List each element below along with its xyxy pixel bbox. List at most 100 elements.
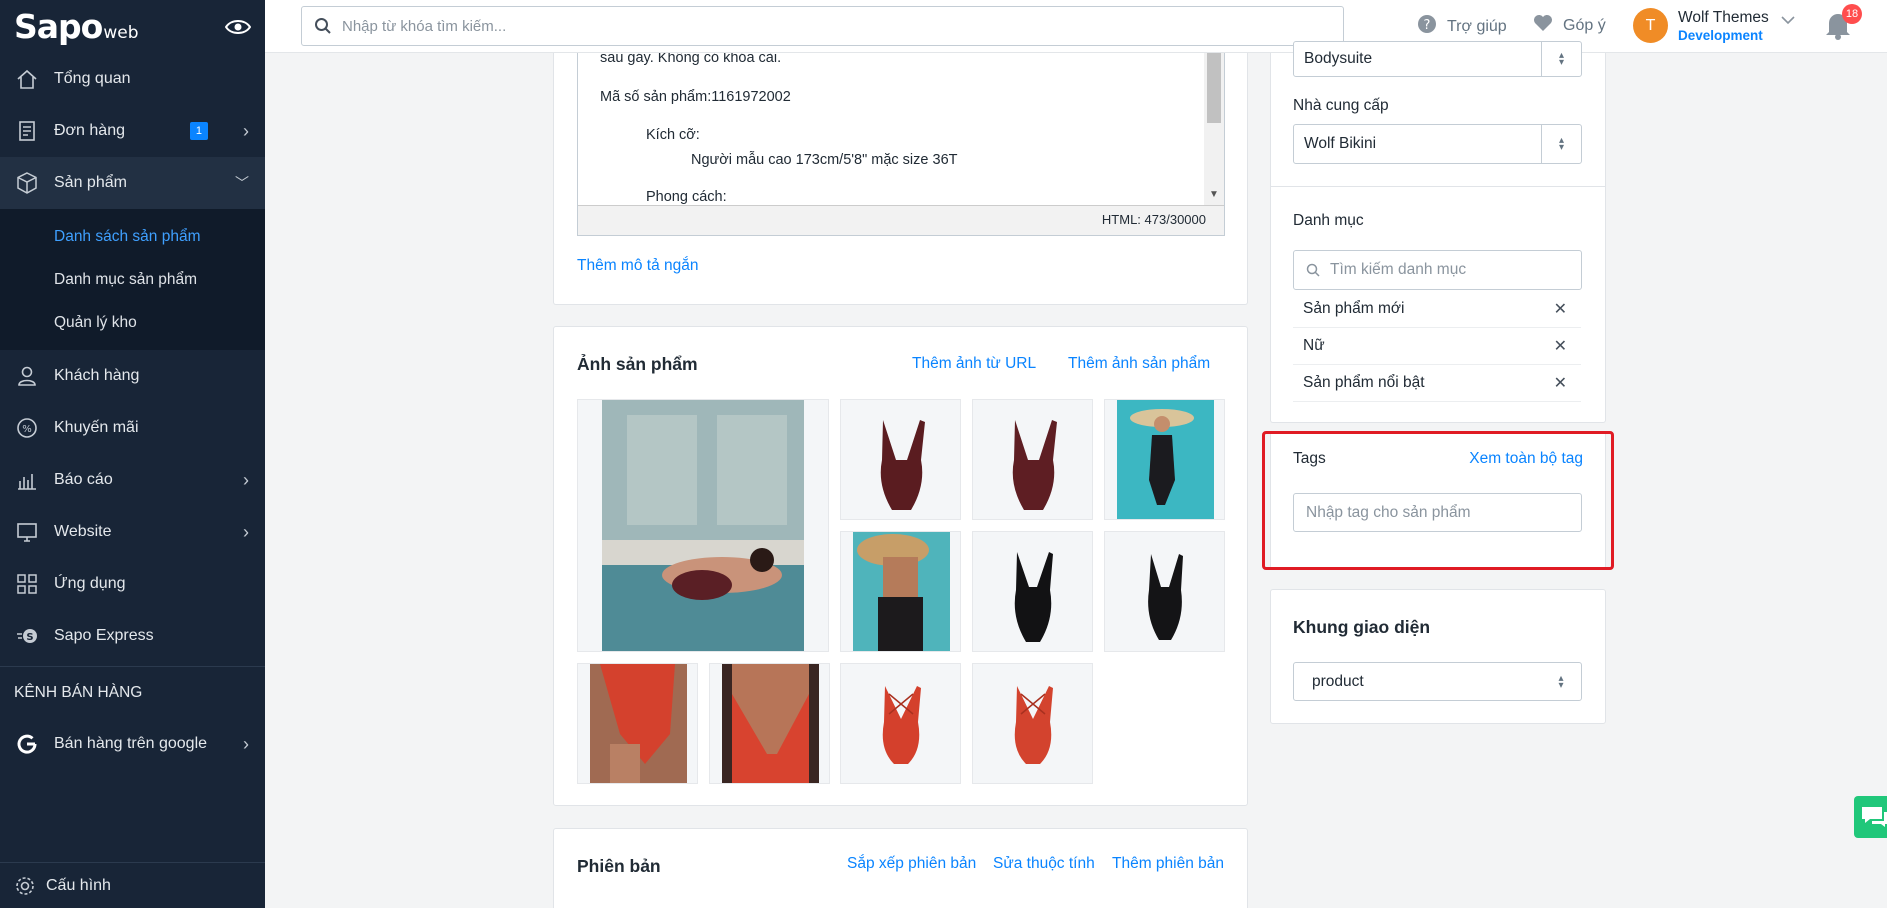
sidebar-item-label: Sapo Express: [54, 627, 154, 644]
sidebar-item-label: Sản phẩm: [54, 174, 127, 191]
help-link[interactable]: ? Trợ giúp: [1417, 14, 1507, 39]
chevron-right-icon: ›: [243, 469, 249, 490]
subnav-inventory[interactable]: Quản lý kho: [0, 301, 265, 344]
chevron-down-icon[interactable]: [1781, 15, 1795, 25]
black-swimsuit-photo: [1148, 554, 1183, 640]
feedback-label: Góp ý: [1563, 16, 1606, 34]
feedback-link[interactable]: Góp ý: [1533, 14, 1606, 37]
red-swimsuit-model-photo: [590, 664, 687, 783]
sidebar-item-label: Bán hàng trên google: [54, 735, 208, 752]
heart-icon: [1533, 14, 1553, 37]
select-arrows-icon: ▴ ▾: [1558, 672, 1564, 691]
product-image-thumb[interactable]: [840, 663, 961, 784]
chevron-down-icon: ﹀: [235, 175, 249, 191]
chat-button[interactable]: [1854, 796, 1887, 838]
red-swimsuit-closeup-photo: [722, 664, 819, 783]
product-image-main[interactable]: [577, 399, 829, 652]
sidebar-item-website[interactable]: Website ›: [0, 506, 265, 558]
select-arrows-icon: ▴ ▾: [1541, 42, 1581, 76]
user-icon: [14, 363, 40, 389]
home-icon: [14, 66, 40, 92]
editor-line: Mã số sản phẩm:1161972002: [600, 89, 791, 105]
product-image-thumb[interactable]: [1104, 399, 1225, 520]
model-hat-black-photo: [853, 532, 950, 651]
editor-line: Phong cách:: [646, 189, 727, 205]
sidebar: Sapoweb Tổng quan Đơn hàng 1 › Sản phẩm …: [0, 0, 265, 908]
gear-icon: [14, 875, 36, 897]
template-card: Khung giao diện: [1270, 589, 1606, 724]
user-role: Development: [1678, 28, 1763, 43]
remove-category-icon[interactable]: ✕: [1554, 299, 1567, 319]
subnav-product-categories[interactable]: Danh mục sản phẩm: [0, 258, 265, 301]
sidebar-item-sapo-express[interactable]: S Sapo Express: [0, 610, 265, 662]
product-image-thumb[interactable]: [972, 531, 1093, 652]
editor-line: Kích cỡ:: [646, 127, 700, 143]
user-name[interactable]: Wolf Themes: [1678, 9, 1769, 27]
sidebar-item-reports[interactable]: Báo cáo ›: [0, 454, 265, 506]
category-name: Sản phẩm nổi bật: [1303, 374, 1425, 391]
template-value: product: [1312, 672, 1364, 690]
product-image-thumb[interactable]: [1104, 531, 1225, 652]
edit-attributes-link[interactable]: Sửa thuộc tính: [993, 855, 1095, 873]
category-search-input[interactable]: [1330, 261, 1581, 279]
global-search[interactable]: [301, 6, 1344, 46]
subnav-product-list[interactable]: Danh sách sản phẩm: [0, 215, 265, 258]
editor-content[interactable]: sau gáy. Không có khóa cài. Mã số sản ph…: [578, 53, 1203, 205]
add-short-description-link[interactable]: Thêm mô tả ngắn: [577, 257, 698, 275]
eye-icon[interactable]: [225, 19, 251, 35]
sidebar-item-google-shopping[interactable]: Bán hàng trên google ›: [0, 718, 265, 770]
html-counter: HTML: 473/30000: [578, 205, 1224, 235]
template-select[interactable]: product ▴ ▾: [1293, 662, 1582, 701]
product-image-thumb[interactable]: [840, 399, 961, 520]
category-search[interactable]: [1293, 250, 1582, 290]
sidebar-item-customers[interactable]: Khách hàng: [0, 350, 265, 402]
sidebar-item-products[interactable]: Sản phẩm ﹀: [0, 157, 265, 209]
help-label: Trợ giúp: [1447, 17, 1507, 35]
svg-text:%: %: [22, 424, 32, 435]
sidebar-item-label: Website: [54, 523, 112, 540]
supplier-value: Wolf Bikini: [1304, 135, 1377, 152]
sidebar-item-orders[interactable]: Đơn hàng 1 ›: [0, 105, 265, 157]
sort-variants-link[interactable]: Sắp xếp phiên bản: [847, 855, 976, 873]
editor-scrollbar[interactable]: ▼: [1204, 53, 1224, 205]
logo-row: Sapoweb: [0, 0, 265, 53]
product-image-thumb[interactable]: [972, 399, 1093, 520]
apps-icon: [14, 571, 40, 597]
top-bar: ? Trợ giúp Góp ý T Wolf Themes Developme…: [265, 0, 1887, 53]
category-name: Sản phẩm mới: [1303, 300, 1405, 317]
product-image-thumb[interactable]: [709, 663, 830, 784]
product-image-thumb[interactable]: [577, 663, 698, 784]
remove-category-icon[interactable]: ✕: [1554, 336, 1567, 356]
scroll-thumb[interactable]: [1207, 53, 1221, 123]
category-tag: Nữ ✕: [1293, 328, 1581, 365]
product-type-select[interactable]: Bodysuite ▴ ▾: [1293, 41, 1582, 77]
google-icon: [14, 731, 40, 757]
remove-category-icon[interactable]: ✕: [1554, 373, 1567, 393]
add-variant-link[interactable]: Thêm phiên bản: [1112, 855, 1224, 873]
product-type-value: Bodysuite: [1304, 50, 1373, 67]
supplier-select[interactable]: Wolf Bikini ▴ ▾: [1293, 124, 1582, 164]
sidebar-item-promotions[interactable]: % Khuyến mãi: [0, 402, 265, 454]
sidebar-item-apps[interactable]: Ứng dụng: [0, 558, 265, 610]
chat-icon: [1862, 807, 1887, 827]
product-image-thumb[interactable]: [972, 663, 1093, 784]
supplier-label: Nhà cung cấp: [1293, 97, 1389, 114]
add-image-url-link[interactable]: Thêm ảnh từ URL: [912, 355, 1036, 373]
search-input[interactable]: [342, 17, 1242, 35]
model-pool-photo: [602, 400, 804, 651]
svg-text:?: ?: [1424, 18, 1431, 33]
add-image-link[interactable]: Thêm ảnh sản phẩm: [1068, 355, 1210, 373]
notification-count: 18: [1842, 4, 1862, 24]
scroll-down-arrow-icon[interactable]: ▼: [1209, 189, 1219, 200]
website-icon: [14, 519, 40, 545]
sidebar-item-settings[interactable]: Cấu hình: [0, 862, 265, 908]
sales-channels-title: KÊNH BÁN HÀNG: [0, 666, 265, 718]
sapo-logo[interactable]: Sapoweb: [14, 7, 139, 46]
red-swimsuit-photo: [1014, 686, 1053, 764]
report-icon: [14, 467, 40, 493]
sidebar-item-overview[interactable]: Tổng quan: [0, 53, 265, 105]
select-arrows-icon: ▴ ▾: [1541, 125, 1581, 163]
product-image-thumb[interactable]: [840, 531, 961, 652]
avatar[interactable]: T: [1633, 8, 1668, 43]
description-editor[interactable]: sau gáy. Không có khóa cài. Mã số sản ph…: [577, 53, 1225, 236]
